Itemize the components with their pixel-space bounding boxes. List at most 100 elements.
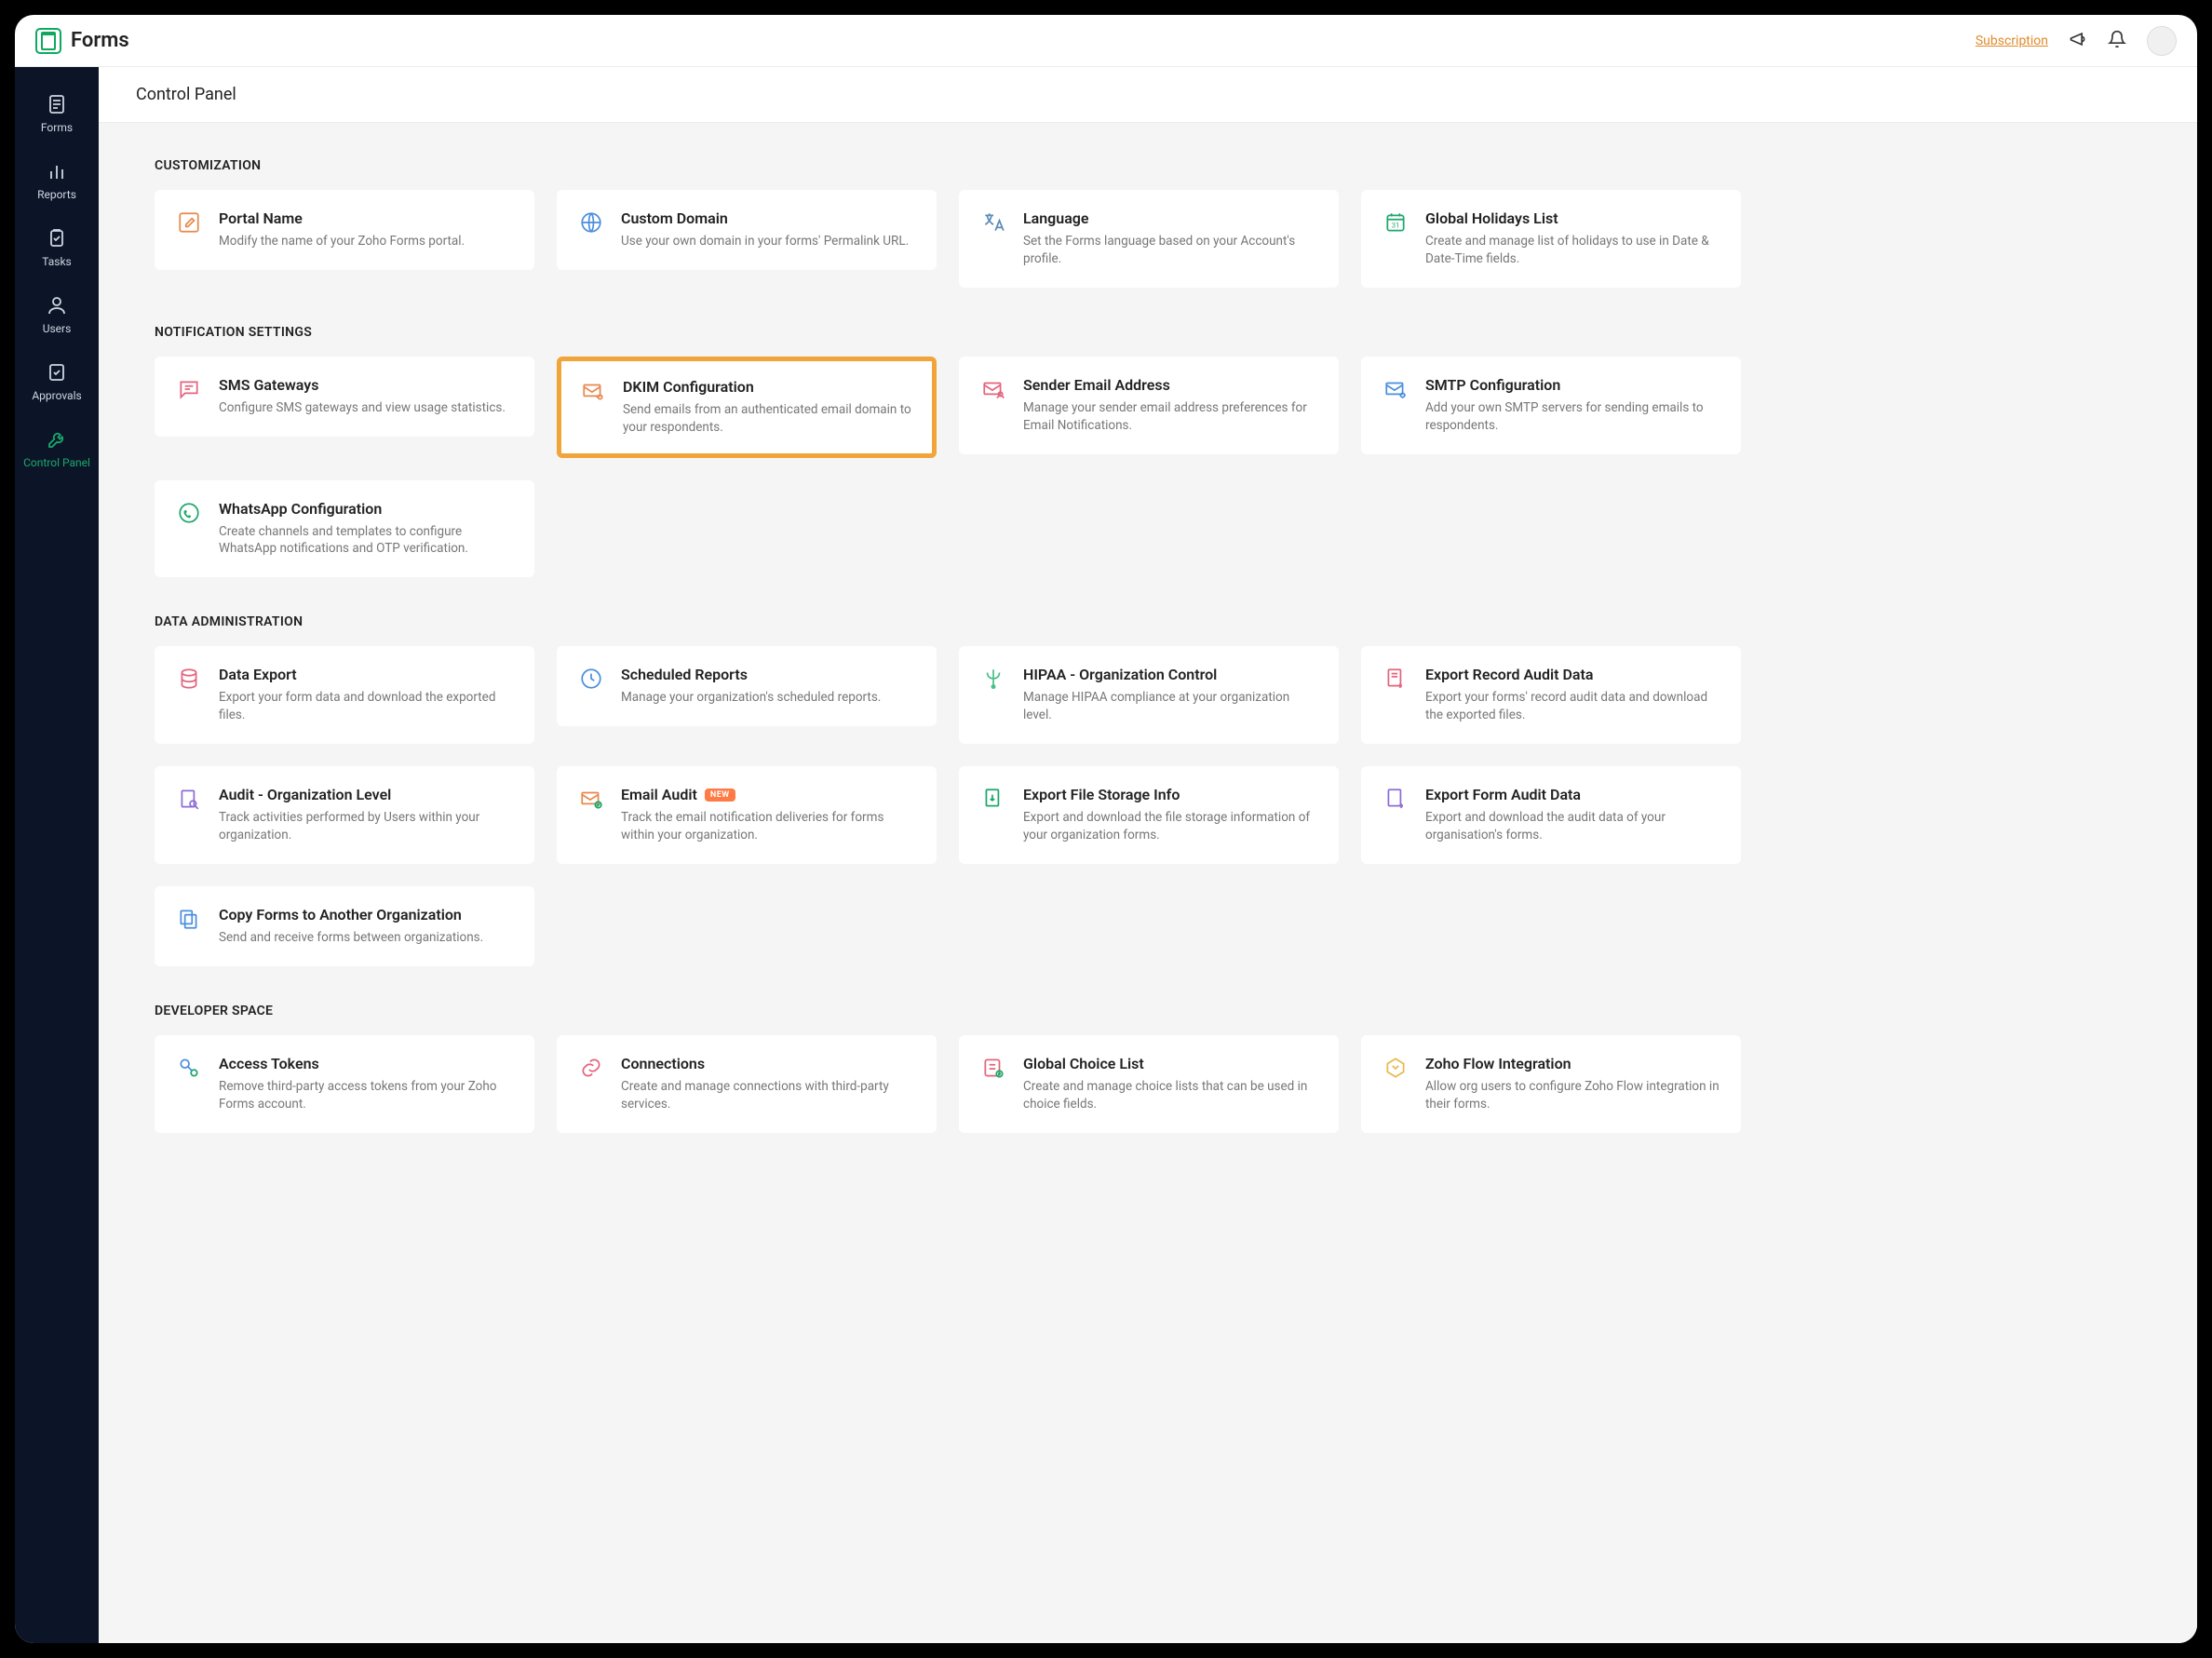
- clock-icon: [578, 666, 604, 692]
- card-title: HIPAA - Organization Control: [1023, 666, 1317, 683]
- card-desc: Send and receive forms between organizat…: [219, 929, 513, 947]
- card-desc: Export and download the audit data of yo…: [1425, 809, 1720, 844]
- card-title: Global Choice List: [1023, 1055, 1317, 1072]
- sidebar-item-users[interactable]: Users: [15, 281, 99, 348]
- sidebar-item-reports[interactable]: Reports: [15, 147, 99, 214]
- section-heading-developer: DEVELOPER SPACE: [155, 1004, 2141, 1018]
- card-desc: Configure SMS gateways and view usage st…: [219, 399, 513, 417]
- forms-logo-icon: [35, 28, 61, 54]
- card-desc: Manage your organization's scheduled rep…: [621, 689, 915, 707]
- card-title: Audit - Organization Level: [219, 786, 513, 803]
- sidebar-item-approvals[interactable]: Approvals: [15, 348, 99, 415]
- subscription-link[interactable]: Subscription: [1976, 34, 2048, 48]
- app-window: Forms Subscription Forms Reports: [15, 15, 2197, 1643]
- card-global-holidays[interactable]: 31 Global Holidays List Create and manag…: [1361, 190, 1741, 288]
- content-pane: Control Panel CUSTOMIZATION Portal Name …: [99, 67, 2197, 1643]
- card-title: Export Form Audit Data: [1425, 786, 1720, 803]
- card-dkim-configuration[interactable]: DKIM Configuration Send emails from an a…: [557, 357, 937, 458]
- announcements-icon[interactable]: [2069, 30, 2087, 52]
- card-connections[interactable]: Connections Create and manage connection…: [557, 1035, 937, 1133]
- grid-customization: Portal Name Modify the name of your Zoho…: [155, 190, 2141, 288]
- card-title: Zoho Flow Integration: [1425, 1055, 1720, 1072]
- list-icon: [980, 1055, 1006, 1081]
- card-language[interactable]: Language Set the Forms language based on…: [959, 190, 1339, 288]
- card-export-record-audit[interactable]: Export Record Audit Data Export your for…: [1361, 646, 1741, 744]
- card-title: Data Export: [219, 666, 513, 683]
- card-desc: Create and manage list of holidays to us…: [1425, 233, 1720, 268]
- sidebar-item-label: Control Panel: [23, 456, 90, 469]
- new-badge: NEW: [705, 789, 735, 802]
- card-title: Language: [1023, 209, 1317, 227]
- card-desc: Manage your sender email address prefere…: [1023, 399, 1317, 435]
- card-title: Access Tokens: [219, 1055, 513, 1072]
- card-audit-org[interactable]: Audit - Organization Level Track activit…: [155, 766, 534, 864]
- sidebar-item-label: Approvals: [32, 389, 81, 402]
- whatsapp-icon: [176, 500, 202, 526]
- card-access-tokens[interactable]: Access Tokens Remove third-party access …: [155, 1035, 534, 1133]
- language-icon: [980, 209, 1006, 236]
- card-sender-email[interactable]: Sender Email Address Manage your sender …: [959, 357, 1339, 454]
- chat-icon: [176, 376, 202, 402]
- card-desc: Manage HIPAA compliance at your organiza…: [1023, 689, 1317, 724]
- card-title: Global Holidays List: [1425, 209, 1720, 227]
- card-title: Connections: [621, 1055, 915, 1072]
- key-icon: [176, 1055, 202, 1081]
- card-title: Email Audit NEW: [621, 786, 915, 803]
- section-heading-notification: NOTIFICATION SETTINGS: [155, 325, 2141, 340]
- sidebar: Forms Reports Tasks Users Approvals Cont…: [15, 67, 99, 1643]
- card-title: Scheduled Reports: [621, 666, 915, 683]
- card-email-audit[interactable]: Email Audit NEW Track the email notifica…: [557, 766, 937, 864]
- card-desc: Track activities performed by Users with…: [219, 809, 513, 844]
- section-heading-data-admin: DATA ADMINISTRATION: [155, 614, 2141, 629]
- card-title: Export Record Audit Data: [1425, 666, 1720, 683]
- document-arrow-icon: [1382, 786, 1409, 812]
- sidebar-item-control-panel[interactable]: Control Panel: [15, 415, 99, 482]
- flow-icon: [1382, 1055, 1409, 1081]
- card-zoho-flow[interactable]: Zoho Flow Integration Allow org users to…: [1361, 1035, 1741, 1133]
- envelope-check-icon: [578, 786, 604, 812]
- sidebar-item-label: Tasks: [42, 255, 72, 268]
- card-desc: Send emails from an authenticated email …: [623, 401, 913, 437]
- card-title: Custom Domain: [621, 209, 915, 227]
- file-download-icon: [980, 786, 1006, 812]
- document-export-icon: [1382, 666, 1409, 692]
- card-export-form-audit[interactable]: Export Form Audit Data Export and downlo…: [1361, 766, 1741, 864]
- card-title: DKIM Configuration: [623, 378, 913, 396]
- card-desc: Add your own SMTP servers for sending em…: [1425, 399, 1720, 435]
- card-whatsapp-configuration[interactable]: WhatsApp Configuration Create channels a…: [155, 480, 534, 578]
- card-hipaa[interactable]: HIPAA - Organization Control Manage HIPA…: [959, 646, 1339, 744]
- grid-developer: Access Tokens Remove third-party access …: [155, 1035, 2141, 1133]
- app-logo[interactable]: Forms: [35, 28, 129, 54]
- card-desc: Create and manage choice lists that can …: [1023, 1078, 1317, 1113]
- topbar-right: Subscription: [1976, 26, 2177, 56]
- card-desc: Export and download the file storage inf…: [1023, 809, 1317, 844]
- envelope-key-icon: [580, 378, 606, 404]
- section-heading-customization: CUSTOMIZATION: [155, 158, 2141, 173]
- card-portal-name[interactable]: Portal Name Modify the name of your Zoho…: [155, 190, 534, 270]
- card-title: SMS Gateways: [219, 376, 513, 394]
- scroll-area[interactable]: CUSTOMIZATION Portal Name Modify the nam…: [99, 123, 2197, 1643]
- grid-data-admin: Data Export Export your form data and do…: [155, 646, 2141, 965]
- card-data-export[interactable]: Data Export Export your form data and do…: [155, 646, 534, 744]
- sidebar-item-tasks[interactable]: Tasks: [15, 214, 99, 281]
- card-title: Sender Email Address: [1023, 376, 1317, 394]
- card-custom-domain[interactable]: Custom Domain Use your own domain in you…: [557, 190, 937, 270]
- sidebar-item-forms[interactable]: Forms: [15, 80, 99, 147]
- envelope-gear-icon: [1382, 376, 1409, 402]
- card-smtp-configuration[interactable]: SMTP Configuration Add your own SMTP ser…: [1361, 357, 1741, 454]
- notifications-icon[interactable]: [2108, 30, 2126, 52]
- calendar-icon: 31: [1382, 209, 1409, 236]
- card-desc: Allow org users to configure Zoho Flow i…: [1425, 1078, 1720, 1113]
- avatar[interactable]: [2147, 26, 2177, 56]
- topbar: Forms Subscription: [15, 15, 2197, 67]
- card-scheduled-reports[interactable]: Scheduled Reports Manage your organizati…: [557, 646, 937, 726]
- grid-notification: SMS Gateways Configure SMS gateways and …: [155, 357, 2141, 578]
- audit-icon: [176, 786, 202, 812]
- card-desc: Modify the name of your Zoho Forms porta…: [219, 233, 513, 250]
- card-sms-gateways[interactable]: SMS Gateways Configure SMS gateways and …: [155, 357, 534, 437]
- database-icon: [176, 666, 202, 692]
- svg-text:31: 31: [1392, 221, 1400, 229]
- card-export-file-storage[interactable]: Export File Storage Info Export and down…: [959, 766, 1339, 864]
- card-copy-forms[interactable]: Copy Forms to Another Organization Send …: [155, 886, 534, 966]
- card-global-choice-list[interactable]: Global Choice List Create and manage cho…: [959, 1035, 1339, 1133]
